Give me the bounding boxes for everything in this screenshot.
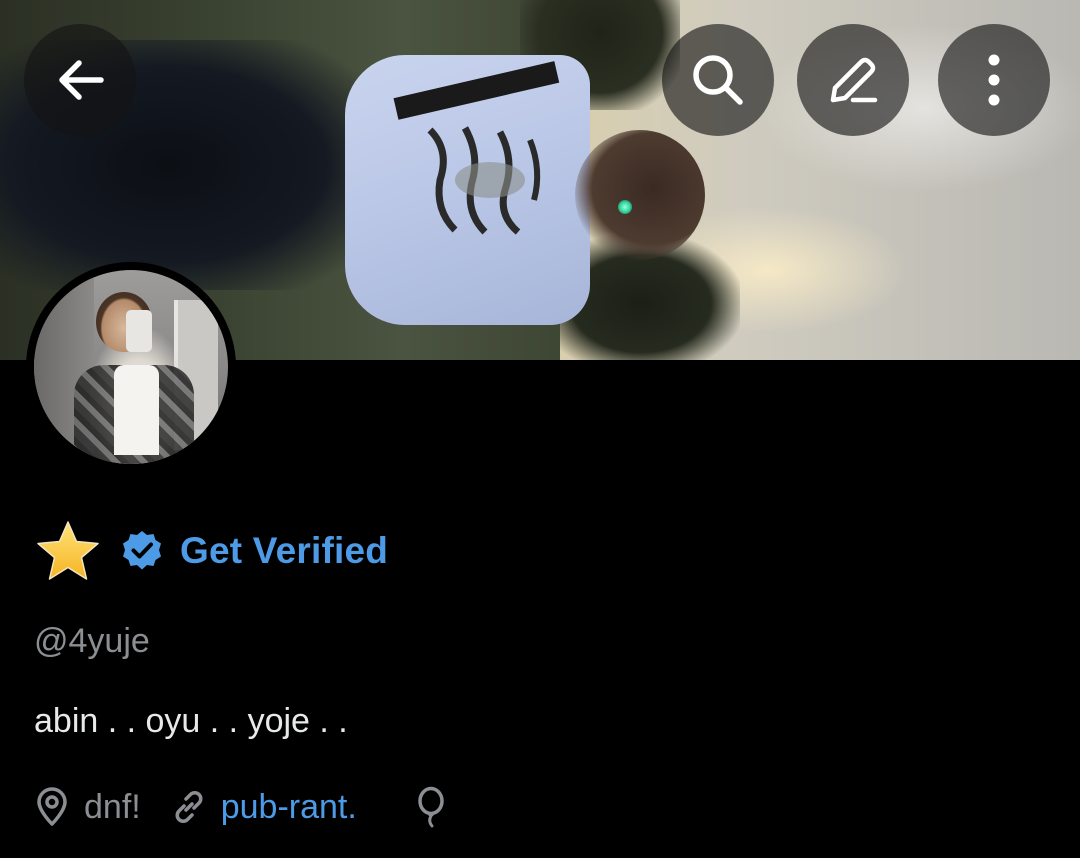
banner-shirt-print: [427, 126, 541, 235]
arrow-left-icon: [59, 60, 104, 100]
link-icon: [175, 791, 203, 823]
banner-head: [575, 130, 705, 260]
profile-location: dnf!: [84, 787, 141, 826]
get-verified-link[interactable]: Get Verified: [180, 530, 388, 572]
avatar[interactable]: [26, 262, 236, 472]
avatar-photo: [34, 270, 228, 464]
avatar-phone: [126, 310, 152, 352]
back-button[interactable]: [24, 24, 136, 136]
profile-meta-row: dnf! pub-rant.: [34, 783, 447, 831]
profile-handle: @4yuje: [34, 622, 150, 660]
display-name-row: Get Verified: [34, 519, 388, 583]
edit-button[interactable]: [797, 24, 909, 136]
balloon-icon: [418, 786, 444, 828]
location-pin-icon: [37, 787, 67, 826]
more-options-button[interactable]: [938, 24, 1050, 136]
banner-light-spot: [618, 200, 632, 214]
star-emoji-icon: [37, 521, 99, 580]
avatar-tank-top: [114, 365, 159, 455]
more-vertical-icon: [988, 54, 1000, 106]
pencil-icon: [830, 57, 878, 103]
profile-bio: abin . . oyu . . yoje . .: [34, 702, 348, 740]
search-button[interactable]: [662, 24, 774, 136]
profile-link[interactable]: pub-rant.: [221, 788, 357, 827]
verified-badge-icon: [123, 531, 161, 570]
search-icon: [693, 55, 743, 105]
